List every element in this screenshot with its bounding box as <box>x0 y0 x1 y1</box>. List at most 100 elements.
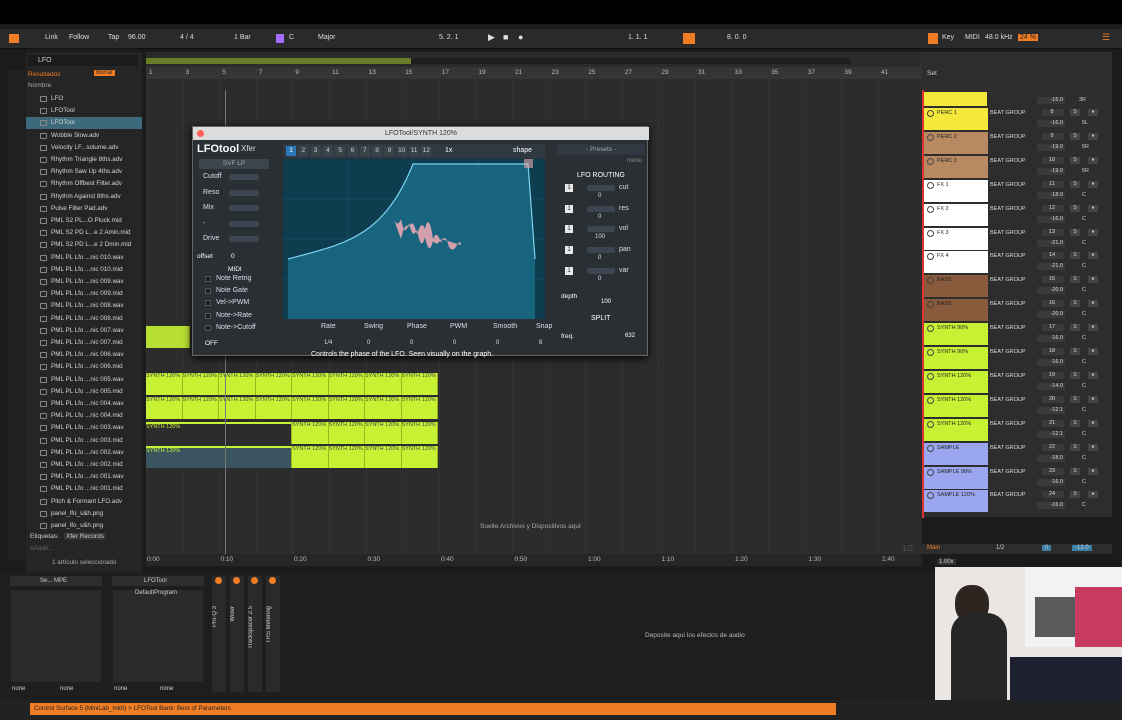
clip[interactable]: SYNTH 120% <box>365 422 402 444</box>
browser-item[interactable]: PML PL Lfo ...nic 009.wav <box>26 276 142 288</box>
mixer-track-title[interactable]: PERC 3 <box>924 155 988 178</box>
track-pan[interactable]: 5R <box>1082 144 1089 150</box>
tempo-field[interactable]: 96.00 <box>128 34 146 41</box>
arm-button[interactable]: ● <box>1088 395 1098 403</box>
param-slider[interactable] <box>229 205 259 211</box>
solo-button[interactable]: S <box>1070 252 1080 260</box>
arm-button[interactable]: ● <box>1088 324 1098 332</box>
loop-length[interactable]: 8. 0. 0 <box>727 34 746 41</box>
key-map-button[interactable]: Key <box>942 34 954 41</box>
browser-item[interactable]: LFOTool <box>26 105 142 117</box>
browser-item[interactable]: PML PL Lfo ...nic 007.wav <box>26 325 142 337</box>
graph-tab[interactable]: 4 <box>322 146 333 156</box>
add-tag[interactable]: Añadir... <box>30 545 54 552</box>
main-db[interactable]: -12.0 <box>1072 545 1092 551</box>
route-slider[interactable] <box>587 185 615 191</box>
track-output[interactable]: BEAT GROUP <box>988 323 1028 346</box>
device-power-icon[interactable] <box>269 577 276 584</box>
device-1-input-a[interactable]: none <box>12 686 25 692</box>
route-channel[interactable]: 1 <box>565 204 573 213</box>
arm-button[interactable]: ● <box>1088 491 1098 499</box>
browser-item[interactable]: PML PL Lfo ...nic 005.mid <box>26 386 142 398</box>
midi-checkbox[interactable] <box>205 300 211 307</box>
browser-item[interactable]: PML PL Lfo ...nic 010.mid <box>26 264 142 276</box>
browser-item[interactable]: PML PL Lfo ...nic 002.mid <box>26 459 142 471</box>
track-volume[interactable]: -18.0 <box>1037 454 1065 462</box>
mixer-track-title[interactable]: FX 3 <box>924 227 988 250</box>
track-volume[interactable]: -12.1 <box>1037 430 1065 438</box>
song-position[interactable]: 5. 2. 1 <box>439 34 458 41</box>
off-button[interactable]: OFF <box>205 340 218 347</box>
clip[interactable]: SYNTH 120% <box>292 446 329 468</box>
param-slider[interactable] <box>229 236 259 242</box>
time-ruler[interactable]: 0:00 0:10 0:20 0:30 0:40 0:50 1:00 1:10 1:20 1:30… <box>146 554 922 566</box>
browser-item[interactable]: Velocity LF...solume.adv <box>26 142 142 154</box>
play-icon[interactable]: ▶ <box>488 32 495 43</box>
view-toggle-icon[interactable] <box>9 34 19 43</box>
solo-button[interactable]: S <box>1070 467 1080 475</box>
browser-item[interactable]: Rhythm Offbest Filter.adv <box>26 178 142 190</box>
track-pan[interactable]: C <box>1082 431 1086 437</box>
clip[interactable]: SYNTH 120% <box>182 373 219 395</box>
scale-icon[interactable] <box>276 34 284 43</box>
graph-tab[interactable]: 3 <box>310 146 321 156</box>
track-output[interactable]: BEAT GROUP <box>988 155 1028 178</box>
menu-icon[interactable]: ☰ <box>1102 32 1110 43</box>
graph-tab[interactable]: 11 <box>409 146 419 156</box>
follow-button[interactable]: Follow <box>69 34 89 41</box>
clip[interactable]: SYNTH 120% <box>328 397 365 419</box>
time-signature[interactable]: 4 / 4 <box>180 34 194 41</box>
beat-ruler[interactable]: 1 3 5 7 9 11 13 15 17 19 21 23 25 27 29 31 33 35 37 39 41 <box>146 67 922 79</box>
track-pan[interactable]: C <box>1082 455 1086 461</box>
clip[interactable]: SYNTH 120% <box>182 397 219 419</box>
browser-item[interactable]: PML S2 PL...O Pluck.mid <box>26 215 142 227</box>
key-select[interactable]: C <box>289 34 294 41</box>
filter-select[interactable]: SVF LP <box>199 159 269 169</box>
fold-icon[interactable] <box>927 396 934 404</box>
track-output[interactable]: BEAT GROUP <box>988 394 1028 417</box>
browser-item[interactable]: Rhythm Saw Up 4ths.adv <box>26 166 142 178</box>
track-output[interactable]: BEAT GROUP <box>988 275 1028 298</box>
track-pan[interactable]: C <box>1082 311 1086 317</box>
browser-item[interactable]: PML PL Lfo ...nic 003.mid <box>26 435 142 447</box>
fold-icon[interactable] <box>927 325 934 333</box>
mixer-track-title[interactable]: PERC 1 <box>924 108 988 130</box>
mixer-track-title[interactable]: PERC 2 <box>924 131 988 154</box>
track-volume[interactable]: -16.0 <box>1037 335 1065 343</box>
track-output[interactable]: BEAT GROUP <box>988 370 1028 393</box>
solo-button[interactable]: S <box>1070 324 1080 332</box>
browser-item[interactable]: PML PL Lfo ...nic 008.mid <box>26 313 142 325</box>
clip[interactable]: SYNTH 120% <box>292 373 329 395</box>
main-fraction[interactable]: 1/2 <box>996 545 1004 551</box>
clip[interactable]: SYNTH 120% <box>401 373 438 395</box>
track-pan[interactable]: C <box>1082 335 1086 341</box>
solo-button[interactable]: S <box>1070 443 1080 451</box>
fold-icon[interactable] <box>927 301 934 309</box>
clip[interactable]: SYNTH 120% <box>292 397 329 419</box>
fold-icon[interactable] <box>927 468 934 476</box>
route-slider[interactable] <box>587 226 615 233</box>
clip[interactable]: SYNTH 120% <box>365 373 402 395</box>
solo-button[interactable]: S <box>1070 156 1080 164</box>
track-pan[interactable]: C <box>1082 240 1086 246</box>
solo-button[interactable]: S <box>1070 395 1080 403</box>
mixer-track-title[interactable]: SAMPLE 90% <box>924 466 988 489</box>
mixer-track-title[interactable]: SYNTH 90% <box>924 347 988 369</box>
clip[interactable]: SYNTH 120% <box>365 446 402 468</box>
clip[interactable]: SYNTH 120% <box>328 422 365 444</box>
clip[interactable]: SYNTH 120% <box>401 397 438 419</box>
clip[interactable]: SYNTH 120% <box>146 422 292 444</box>
device-power-icon[interactable] <box>251 577 258 584</box>
graph-tab[interactable]: 5 <box>335 146 346 156</box>
loop-start[interactable]: 1. 1. 1 <box>628 34 647 41</box>
graph-tab[interactable]: 1 <box>286 146 296 156</box>
arm-button[interactable]: ● <box>1088 204 1098 212</box>
arm-button[interactable]: ● <box>1088 252 1098 260</box>
graph-tab[interactable]: 2 <box>298 146 309 156</box>
track-output[interactable]: BEAT GROUP <box>988 251 1028 274</box>
arm-button[interactable]: ● <box>1088 132 1098 140</box>
zoom-level[interactable]: 1.00x <box>937 559 956 565</box>
track-volume[interactable]: -12.1 <box>1037 406 1065 414</box>
browser-item[interactable]: PML PL Lfo ...nic 007.mid <box>26 337 142 349</box>
arm-button[interactable]: ● <box>1088 348 1098 355</box>
